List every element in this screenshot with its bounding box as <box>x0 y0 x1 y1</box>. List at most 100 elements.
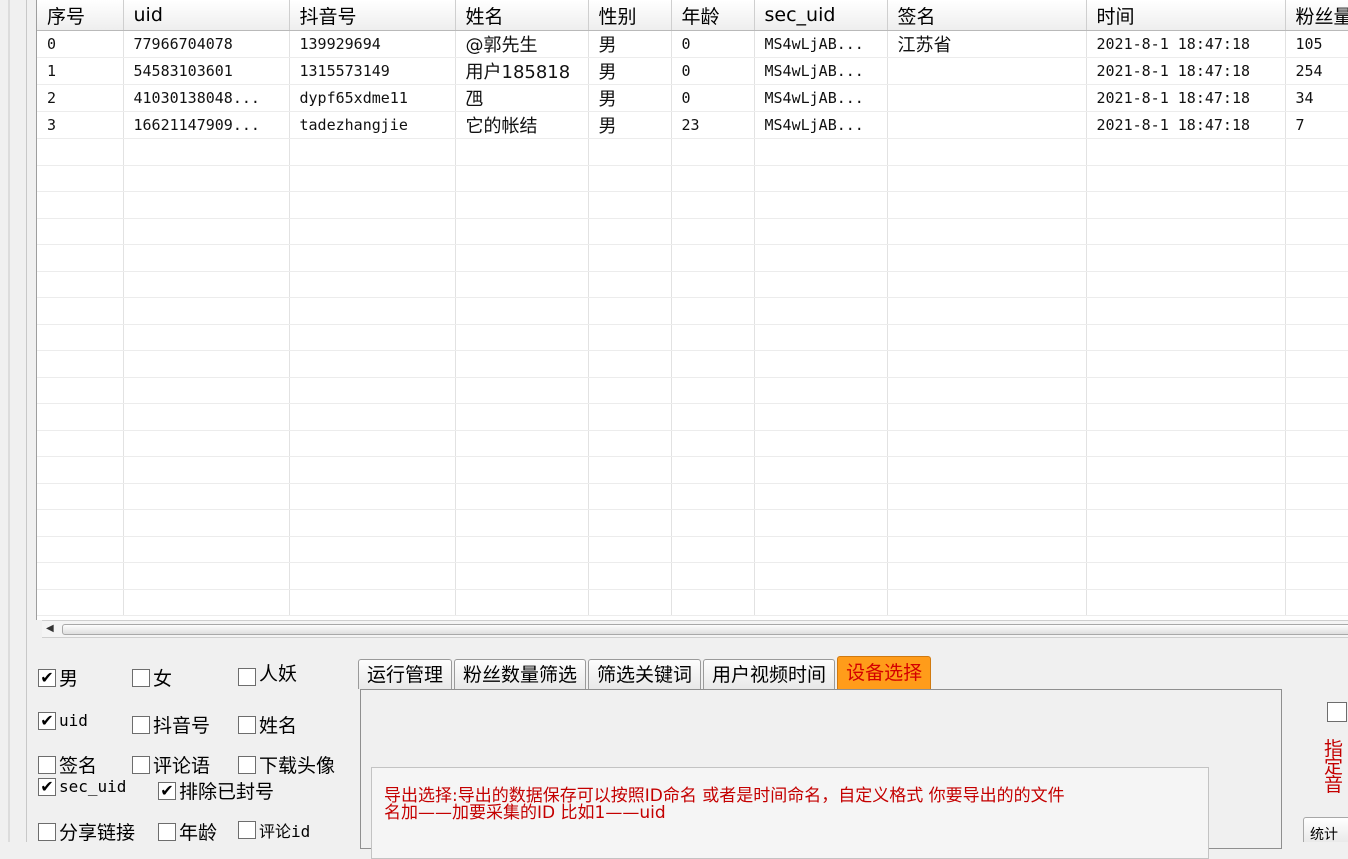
column-header[interactable]: 序号 <box>37 0 124 31</box>
empty-cell <box>754 271 888 298</box>
empty-cell <box>289 456 456 484</box>
checkbox-box[interactable] <box>238 821 256 839</box>
results-grid[interactable]: 序号 uid 抖音号 姓名 性别 年龄 sec_uid 签名 时间 粉丝量 0 7796670407… <box>36 0 1348 620</box>
checkbox-box[interactable] <box>132 755 150 774</box>
douyin-id-checkbox[interactable]: 抖音号 <box>132 711 210 738</box>
table-cell: 1315573149 <box>289 57 456 85</box>
checkbox-box[interactable] <box>238 668 256 686</box>
column-header[interactable]: 性别 <box>588 0 672 31</box>
table-cell <box>887 57 1087 85</box>
table-cell: 男 <box>588 84 672 112</box>
empty-cell <box>887 297 1087 325</box>
name-checkbox[interactable]: 姓名 <box>238 711 297 738</box>
empty-cell <box>1285 165 1348 192</box>
horizontal-scrollbar[interactable]: ◀ <box>42 620 1348 638</box>
checkbox-box[interactable] <box>132 715 150 734</box>
empty-cell <box>289 271 456 298</box>
empty-row <box>37 456 1348 484</box>
download-avatar-checkbox[interactable]: 下载头像 <box>238 751 335 778</box>
empty-cell <box>588 324 672 351</box>
checkbox-box[interactable]: ✔ <box>38 711 56 730</box>
empty-cell <box>754 138 888 166</box>
right-button[interactable]: 统计 <box>1303 817 1348 842</box>
checkbox-box[interactable]: ✔ <box>38 777 56 796</box>
column-header[interactable]: 姓名 <box>455 0 589 31</box>
checkbox-box[interactable] <box>158 822 176 841</box>
empty-cell <box>123 350 290 378</box>
table-cell: 105 <box>1285 30 1348 58</box>
female-checkbox[interactable]: 女 <box>132 664 172 691</box>
empty-cell <box>1086 430 1286 457</box>
checkbox-box[interactable]: ✔ <box>158 781 176 800</box>
other-gender-checkbox[interactable]: 人妖 <box>238 658 297 686</box>
checkbox-box[interactable] <box>38 822 56 841</box>
empty-cell <box>754 430 888 457</box>
empty-cell <box>1086 562 1286 590</box>
uid-checkbox[interactable]: ✔ uid <box>38 711 88 730</box>
tab-2[interactable]: 筛选关键词 <box>588 659 702 689</box>
empty-row <box>37 589 1348 616</box>
table-cell: 男 <box>588 111 672 139</box>
table-row[interactable]: 0 77966704078 139929694 @郭先生男 0 MS4wLjAB... 江苏… <box>37 30 1348 58</box>
tab-1[interactable]: 粉丝数量筛选 <box>454 659 587 689</box>
checkbox-box[interactable] <box>238 715 256 734</box>
empty-cell <box>1285 218 1348 245</box>
table-cell <box>887 111 1087 139</box>
column-header[interactable]: 抖音号 <box>289 0 456 31</box>
exclude-banned-checkbox[interactable]: ✔ 排除已封号 <box>158 777 274 804</box>
table-cell: MS4wLjAB... <box>754 84 888 112</box>
empty-cell <box>455 218 589 245</box>
empty-cell <box>123 483 290 510</box>
empty-cell <box>671 165 755 192</box>
age-checkbox[interactable]: 年龄 <box>158 818 217 845</box>
right-checkbox[interactable] <box>1327 702 1347 722</box>
tab-4[interactable]: 设备选择 <box>837 656 932 689</box>
export-hint-line2: 名加——加要采集的ID 比如1——uid <box>384 803 666 823</box>
empty-cell <box>887 403 1087 431</box>
table-row[interactable]: 1 54583103601 1315573149 用户185818 男 0 MS4wLjAB… <box>37 57 1348 85</box>
sec-uid-checkbox[interactable]: ✔ sec_uid <box>38 777 126 796</box>
comment-id-checkbox[interactable]: 评论id <box>238 818 310 842</box>
comment-text-checkbox[interactable]: 评论语 <box>132 751 210 778</box>
column-header[interactable]: 粉丝量 <box>1285 0 1348 31</box>
table-cell: 23 <box>671 111 755 139</box>
column-header[interactable]: uid <box>123 0 290 31</box>
empty-cell <box>289 562 456 590</box>
male-checkbox[interactable]: ✔ 男 <box>38 664 78 691</box>
table-body: 0 77966704078 139929694 @郭先生男 0 MS4wLjAB... 江苏… <box>37 30 1348 616</box>
empty-cell <box>588 562 672 590</box>
checkbox-box[interactable]: ✔ <box>38 668 56 687</box>
empty-cell <box>1086 403 1286 431</box>
scrollbar-thumb[interactable] <box>62 624 1348 635</box>
table-row[interactable]: 3 16621147909... tadezhangjie 它的帐结男 23 MS4wLj… <box>37 111 1348 139</box>
empty-cell <box>1285 350 1348 378</box>
checkbox-box[interactable] <box>238 755 256 774</box>
table-cell: 乪 <box>455 84 589 112</box>
column-header[interactable]: 时间 <box>1086 0 1286 31</box>
empty-cell <box>289 509 456 537</box>
empty-row <box>37 297 1348 325</box>
empty-cell <box>1086 138 1286 166</box>
empty-cell <box>1285 536 1348 563</box>
empty-cell <box>123 271 290 298</box>
signature-checkbox[interactable]: 签名 <box>38 751 97 778</box>
checkbox-box[interactable] <box>38 755 56 774</box>
table-row[interactable]: 2 41030138048... dypf65xdme11 乪男 0 MS4wLjAB..… <box>37 84 1348 112</box>
column-header[interactable]: 年龄 <box>671 0 755 31</box>
empty-cell <box>455 589 589 616</box>
empty-cell <box>123 562 290 590</box>
scroll-left-arrow-icon[interactable]: ◀ <box>46 623 54 635</box>
empty-row <box>37 483 1348 510</box>
table-cell: 2021-8-1 18:47:18 <box>1086 111 1286 139</box>
empty-cell <box>289 536 456 563</box>
empty-cell <box>588 536 672 563</box>
empty-cell <box>37 456 124 484</box>
column-header[interactable]: 签名 <box>887 0 1087 31</box>
empty-cell <box>1285 271 1348 298</box>
tab-0[interactable]: 运行管理 <box>358 659 453 689</box>
table-cell: 江苏省 <box>887 30 1087 58</box>
tab-3[interactable]: 用户视频时间 <box>703 659 836 689</box>
share-link-checkbox[interactable]: 分享链接 <box>38 818 135 845</box>
column-header[interactable]: sec_uid <box>754 0 888 31</box>
checkbox-box[interactable] <box>132 668 150 687</box>
